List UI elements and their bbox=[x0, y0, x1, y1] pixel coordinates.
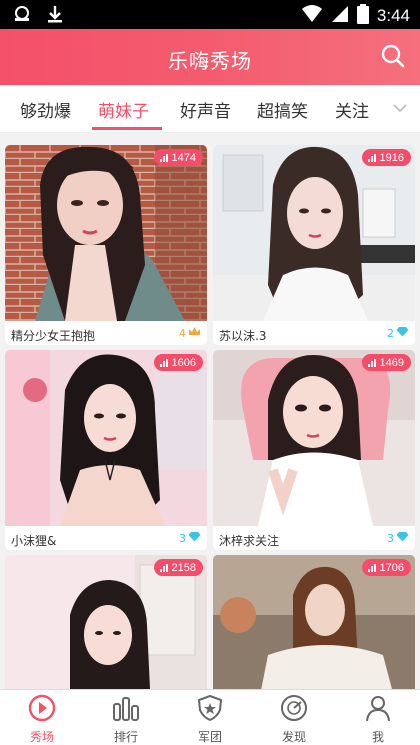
notification-icon bbox=[12, 4, 32, 28]
diamond-icon bbox=[396, 531, 409, 545]
nav-wo[interactable]: 我 bbox=[348, 694, 408, 745]
streamer-name: 沐梓求关注 bbox=[219, 534, 280, 548]
level-number: 2 bbox=[387, 326, 394, 340]
page-title: 乐嗨秀场 bbox=[168, 49, 252, 73]
nav-label: 发现 bbox=[281, 730, 306, 744]
tab-haoshengyin[interactable]: 好声音 bbox=[180, 97, 231, 122]
clock: 3:44 bbox=[376, 6, 410, 25]
nav-juntuan[interactable]: 军团 bbox=[180, 694, 240, 745]
status-bar: 3:44 bbox=[0, 0, 420, 29]
live-bars-icon bbox=[367, 358, 376, 367]
stream-card[interactable]: 1606 小沫狸& 3 bbox=[5, 350, 207, 550]
viewer-count: 1469 bbox=[379, 356, 404, 369]
stream-thumbnail bbox=[5, 350, 207, 526]
stream-card[interactable]: 1469 沐梓求关注 3 bbox=[213, 350, 415, 550]
tab-mengmeizi[interactable]: 萌妹子 bbox=[98, 97, 149, 122]
download-icon bbox=[46, 4, 64, 28]
nav-paihang[interactable]: 排行 bbox=[96, 694, 156, 745]
tab-chaogaoxiao[interactable]: 超搞笑 bbox=[257, 97, 308, 122]
profile-icon bbox=[363, 696, 393, 726]
live-bars-icon bbox=[159, 358, 168, 367]
stream-card[interactable]: 1706 bbox=[213, 555, 415, 689]
search-icon bbox=[380, 44, 406, 73]
wifi-icon bbox=[301, 5, 323, 27]
previous-row-clip bbox=[0, 133, 420, 141]
more-tabs-button[interactable] bbox=[392, 99, 408, 118]
live-bars-icon bbox=[367, 153, 376, 162]
viewer-count-badge: 1916 bbox=[361, 149, 411, 166]
app-header: 乐嗨秀场 bbox=[0, 29, 420, 85]
viewer-count-badge: 1706 bbox=[361, 559, 411, 576]
nav-xiuchang[interactable]: 秀场 bbox=[12, 694, 72, 745]
live-bars-icon bbox=[159, 563, 168, 572]
viewer-count: 2158 bbox=[171, 561, 196, 574]
stream-thumbnail bbox=[213, 350, 415, 526]
nav-label: 排行 bbox=[113, 730, 138, 744]
viewer-count-badge: 2158 bbox=[153, 559, 203, 576]
live-bars-icon bbox=[159, 153, 168, 162]
nav-label: 秀场 bbox=[29, 730, 54, 744]
crown-icon bbox=[188, 326, 201, 340]
viewer-count: 1474 bbox=[171, 151, 196, 164]
viewer-count-badge: 1474 bbox=[153, 149, 203, 166]
active-tab-indicator bbox=[92, 127, 162, 130]
nav-label: 军团 bbox=[197, 730, 222, 744]
stream-grid: 1474 精分少女王抱抱 4 1916 苏以沫.3 2 1606 小沫狸& 3 … bbox=[0, 133, 420, 689]
viewer-count: 1606 bbox=[171, 356, 196, 369]
category-tabs: 够劲爆 萌妹子 好声音 超搞笑 关注 bbox=[0, 85, 420, 133]
play-icon bbox=[27, 694, 57, 726]
streamer-level: 3 bbox=[179, 531, 201, 545]
live-bars-icon bbox=[367, 563, 376, 572]
level-number: 3 bbox=[179, 531, 186, 545]
stream-thumbnail bbox=[5, 145, 207, 321]
streamer-name: 小沫狸& bbox=[11, 534, 57, 548]
stream-thumbnail bbox=[213, 145, 415, 321]
nav-faxian[interactable]: 发现 bbox=[264, 694, 324, 745]
ranking-icon bbox=[111, 697, 141, 726]
level-number: 4 bbox=[179, 326, 186, 340]
discover-icon bbox=[279, 695, 309, 726]
viewer-count: 1916 bbox=[379, 151, 404, 164]
viewer-count-badge: 1606 bbox=[153, 354, 203, 371]
stream-card[interactable]: 1474 精分少女王抱抱 4 bbox=[5, 145, 207, 345]
viewer-count: 1706 bbox=[379, 561, 404, 574]
stream-card[interactable]: 1916 苏以沫.3 2 bbox=[213, 145, 415, 345]
nav-label: 我 bbox=[371, 730, 384, 744]
streamer-level: 2 bbox=[387, 326, 409, 340]
signal-icon bbox=[331, 5, 349, 27]
search-button[interactable] bbox=[380, 43, 406, 73]
viewer-count-badge: 1469 bbox=[361, 354, 411, 371]
level-number: 3 bbox=[387, 531, 394, 545]
streamer-level: 4 bbox=[179, 326, 201, 340]
streamer-name: 苏以沫.3 bbox=[219, 329, 267, 343]
tab-guanzhu[interactable]: 关注 bbox=[335, 97, 369, 122]
tab-jinbao[interactable]: 够劲爆 bbox=[20, 97, 71, 122]
diamond-icon bbox=[188, 531, 201, 545]
streamer-name: 精分少女王抱抱 bbox=[11, 329, 96, 343]
battery-icon bbox=[356, 4, 369, 28]
streamer-level: 3 bbox=[387, 531, 409, 545]
legion-shield-icon bbox=[195, 694, 225, 726]
chevron-down-icon bbox=[392, 99, 408, 118]
stream-card[interactable]: 2158 bbox=[5, 555, 207, 689]
diamond-icon bbox=[396, 326, 409, 340]
bottom-nav: 秀场 排行 军团 发现 我 bbox=[0, 689, 420, 745]
